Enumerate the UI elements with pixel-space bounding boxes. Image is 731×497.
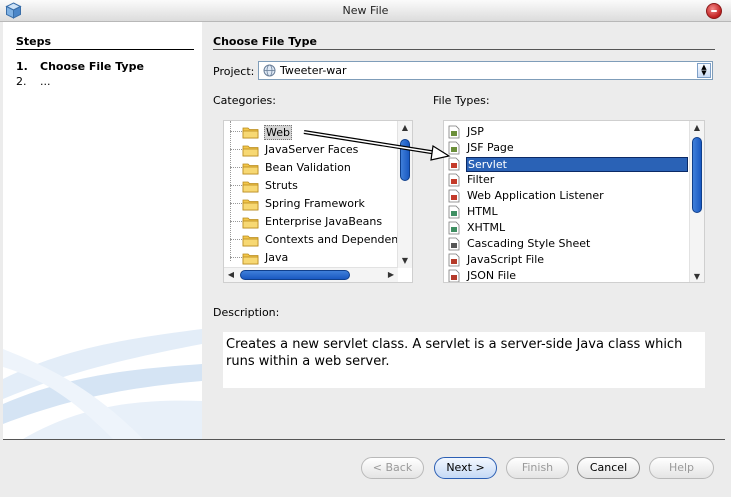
window-title: New File	[342, 4, 389, 17]
categories-label: Categories:	[213, 94, 276, 107]
categories-tree[interactable]: Web JavaServer Faces Bean Validation Struts…	[223, 120, 413, 283]
folder-icon	[242, 253, 259, 265]
category-label: Java	[265, 251, 289, 264]
file-type-label: Servlet	[466, 157, 688, 172]
file-types-vscroll-thumb[interactable]	[692, 137, 702, 213]
category-label: JavaServer Faces	[265, 143, 359, 156]
project-label: Project:	[213, 65, 255, 78]
file-type-label: XHTML	[467, 221, 506, 234]
file-types-label: File Types:	[433, 94, 490, 107]
close-window-button[interactable]	[706, 3, 722, 19]
tree-connector	[230, 185, 242, 186]
button-bar: < Back Next > Finish Cancel Help	[0, 457, 731, 481]
categories-hscroll-thumb[interactable]	[240, 270, 350, 280]
finish-button[interactable]: Finish	[506, 457, 569, 479]
folder-icon	[242, 235, 259, 247]
scroll-right-arrow-icon[interactable]: ▶	[384, 268, 398, 282]
file-types-vertical-scrollbar[interactable]: ▲ ▼	[689, 121, 704, 282]
tree-connector	[230, 167, 242, 168]
step-2-label: ...	[40, 75, 51, 88]
project-value: Tweeter-war	[280, 64, 347, 77]
file-type-label: JavaScript File	[467, 253, 545, 266]
category-label: Spring Framework	[265, 197, 365, 210]
file-type-label: Filter	[467, 173, 495, 186]
jsf-file-icon	[448, 141, 460, 155]
scroll-down-arrow-icon[interactable]: ▼	[398, 254, 412, 268]
tree-connector	[230, 149, 242, 150]
filter-file-icon	[448, 173, 460, 187]
globe-icon	[263, 64, 276, 77]
tree-connector	[230, 221, 242, 222]
file-type-label: JSP	[467, 125, 484, 138]
servlet-file-icon	[448, 157, 460, 171]
scroll-up-arrow-icon[interactable]: ▲	[690, 121, 704, 135]
html-file-icon	[448, 205, 460, 219]
step-1: 1. Choose File Type	[16, 60, 144, 73]
step-1-label: Choose File Type	[40, 60, 144, 73]
file-type-label: Web Application Listener	[467, 189, 604, 202]
categories-horizontal-scrollbar[interactable]: ◀ ▶	[224, 267, 398, 282]
xhtml-file-icon	[448, 221, 460, 235]
category-label: Contexts and Dependency	[265, 233, 411, 246]
page-title: Choose File Type	[213, 35, 317, 48]
folder-icon	[242, 199, 259, 211]
json-file-icon	[448, 269, 460, 282]
button-bar-divider	[3, 439, 725, 440]
tree-connector	[230, 203, 242, 204]
folder-icon	[242, 181, 259, 193]
help-button[interactable]: Help	[649, 457, 714, 479]
cancel-button[interactable]: Cancel	[577, 457, 640, 479]
tree-connector	[230, 131, 242, 132]
jsp-file-icon	[448, 125, 460, 139]
tree-connector	[230, 257, 242, 258]
file-type-label: JSF Page	[467, 141, 514, 154]
updown-arrow-icon[interactable]: ▲ ▼	[697, 63, 711, 78]
categories-vscroll-thumb[interactable]	[400, 139, 410, 181]
file-type-label: JSON File	[467, 269, 517, 282]
scroll-up-arrow-icon[interactable]: ▲	[398, 121, 412, 135]
category-label: Web	[264, 125, 292, 140]
main-panel: Choose File Type Project: Tweeter-war ▲ ▼…	[213, 22, 715, 439]
folder-icon	[242, 217, 259, 229]
title-divider	[213, 49, 715, 50]
file-types-list[interactable]: JSP JSF Page Servlet Filter Web Application …	[443, 120, 705, 283]
steps-divider	[16, 49, 194, 50]
folder-icon	[242, 127, 259, 139]
scroll-left-arrow-icon[interactable]: ◀	[224, 268, 238, 282]
description-box: Creates a new servlet class. A servlet i…	[223, 332, 705, 388]
steps-title: Steps	[16, 35, 52, 48]
folder-icon	[242, 163, 259, 175]
back-button[interactable]: < Back	[361, 457, 424, 479]
javascript-file-icon	[448, 253, 460, 267]
categories-vertical-scrollbar[interactable]: ▲ ▼	[397, 121, 412, 268]
description-text: Creates a new servlet class. A servlet i…	[226, 337, 683, 369]
title-bar: New File	[0, 0, 731, 22]
listener-file-icon	[448, 189, 460, 203]
category-label: Enterprise JavaBeans	[265, 215, 383, 228]
decorative-swoosh	[3, 329, 202, 439]
next-button[interactable]: Next >	[434, 457, 497, 479]
step-2-number: 2.	[16, 75, 27, 88]
file-type-label: HTML	[467, 205, 498, 218]
step-2: 2....	[16, 75, 51, 88]
category-label: Bean Validation	[265, 161, 351, 174]
tree-connector-line	[230, 121, 231, 261]
folder-icon	[242, 145, 259, 157]
steps-panel: Steps 1. Choose File Type 2....	[3, 22, 202, 439]
step-1-number: 1.	[16, 60, 28, 73]
project-dropdown[interactable]: Tweeter-war ▲ ▼	[258, 61, 713, 80]
file-type-item[interactable]: JSON File	[444, 267, 690, 282]
description-label: Description:	[213, 306, 280, 319]
category-label: Struts	[265, 179, 298, 192]
scroll-down-arrow-icon[interactable]: ▼	[690, 270, 704, 282]
tree-connector	[230, 239, 242, 240]
dialog-body: Steps 1. Choose File Type 2.... Choose Fi…	[0, 22, 731, 497]
css-file-icon	[448, 237, 460, 251]
file-type-label: Cascading Style Sheet	[467, 237, 591, 250]
